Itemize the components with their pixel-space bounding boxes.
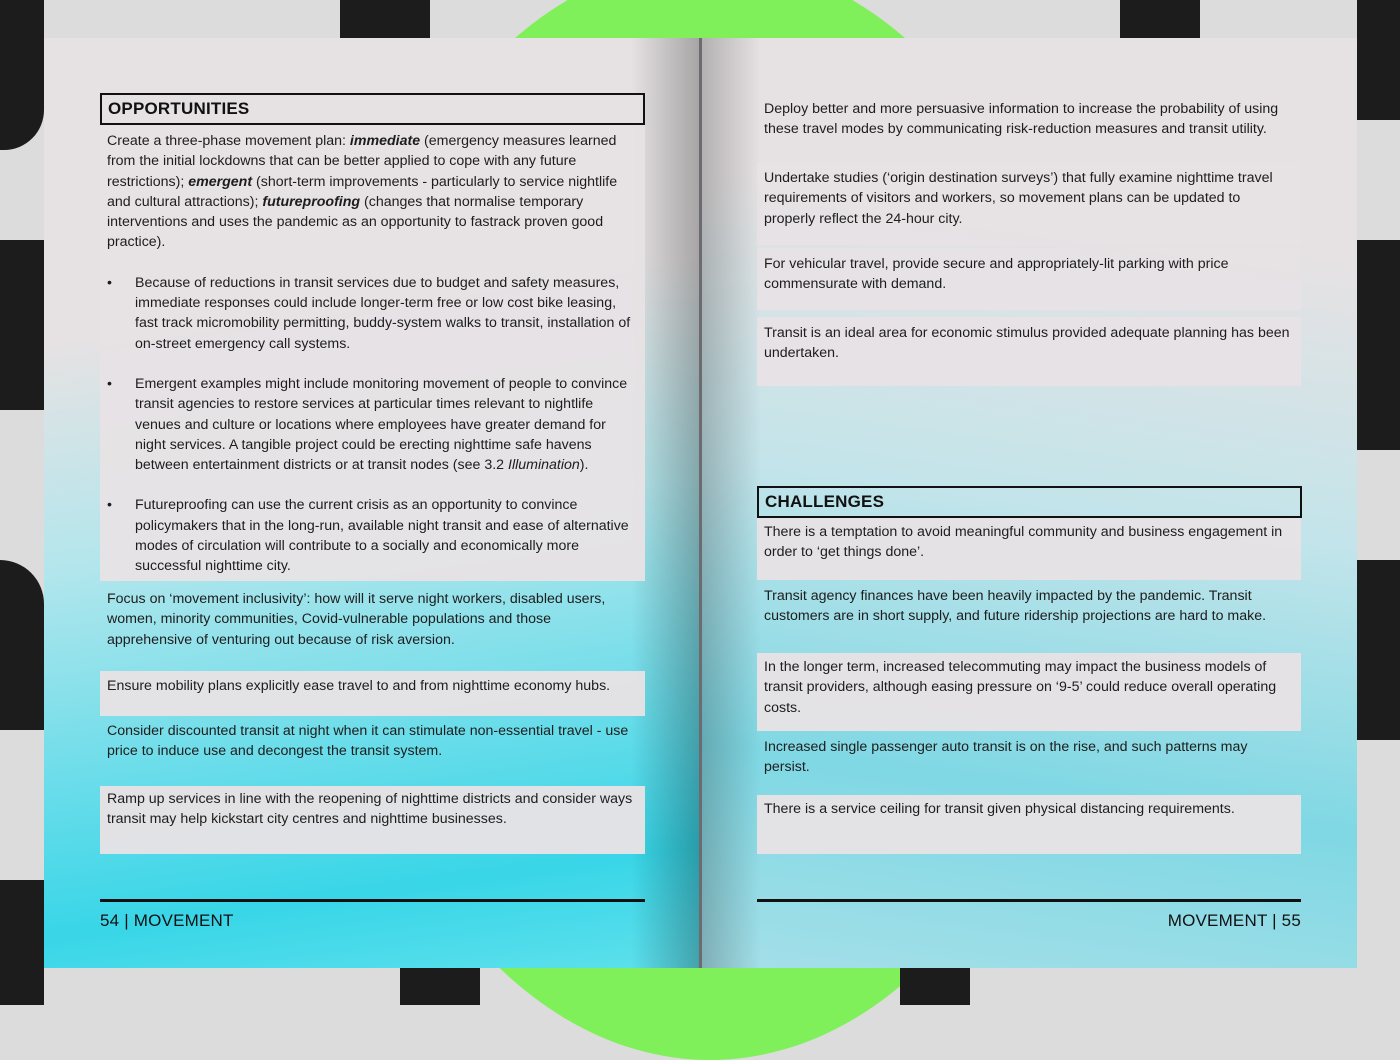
bullet-text: Emergent examples might include monitori… — [135, 376, 627, 473]
book-spine — [699, 38, 702, 968]
page-footer-right: MOVEMENT | 55 — [1167, 911, 1301, 930]
movement-inclusivity-paragraph: Focus on ‘movement inclusivity’: how wil… — [107, 591, 606, 648]
challenge-single-passenger-auto: Increased single passenger auto transit … — [764, 739, 1248, 776]
bullet-immediate: • Because of reductions in transit servi… — [107, 273, 638, 354]
background-letterform — [1120, 0, 1200, 38]
background-letterform — [1357, 0, 1400, 120]
bullet-text: Because of reductions in transit service… — [135, 274, 631, 352]
bullet-futureproofing: • Futureproofing can use the current cri… — [107, 495, 638, 576]
right-page: Deploy better and more persuasive inform… — [701, 38, 1357, 968]
phase-immediate: immediate — [349, 133, 421, 149]
bullet-dot: • — [107, 497, 112, 514]
background-letterform — [1357, 240, 1400, 450]
opportunities-heading: OPPORTUNITIES — [100, 93, 645, 125]
intro-text: Create a three-phase movement plan: — [107, 133, 350, 149]
discounted-transit-paragraph: Consider discounted transit at night whe… — [107, 723, 629, 760]
opportunities-content: Create a three-phase movement plan: imme… — [100, 125, 645, 581]
deploy-information-paragraph: Deploy better and more persuasive inform… — [764, 101, 1279, 138]
bullet-dot: • — [107, 274, 112, 291]
background-letterform — [340, 0, 430, 38]
origin-destination-studies-paragraph: Undertake studies (‘origin destination s… — [757, 162, 1301, 245]
background-letterform — [1357, 560, 1400, 740]
phase-futureproofing: futureproofing — [262, 193, 361, 210]
left-page: OPPORTUNITIES Create a three-phase movem… — [44, 38, 701, 968]
bullet-emergent: • Emergent examples might include monito… — [107, 374, 638, 475]
background-letterform — [900, 968, 970, 1005]
mobility-plans-paragraph: Ensure mobility plans explicitly ease tr… — [100, 671, 645, 716]
right-page-gutter-shadow — [701, 38, 761, 968]
page-footer-left: 54 | MOVEMENT — [100, 911, 234, 930]
phase-emergent: emergent — [188, 173, 253, 190]
bullet-text-part: ). — [579, 457, 589, 474]
footer-rule — [757, 899, 1301, 902]
economic-stimulus-paragraph: Transit is an ideal area for economic st… — [757, 317, 1301, 386]
background-letterform — [0, 560, 44, 730]
challenge-service-ceiling: There is a service ceiling for transit g… — [757, 795, 1301, 854]
background-letterform — [0, 240, 44, 410]
bullet-text: Futureproofing can use the current crisi… — [135, 497, 629, 575]
challenge-community-engagement: There is a temptation to avoid meaningfu… — [757, 518, 1301, 580]
challenge-telecommuting: In the longer term, increased telecommut… — [757, 653, 1301, 731]
vehicular-parking-paragraph: For vehicular travel, provide secure and… — [757, 248, 1301, 310]
footer-rule — [100, 899, 645, 902]
ramp-up-services-paragraph: Ramp up services in line with the reopen… — [100, 786, 645, 854]
three-phase-intro: Create a three-phase movement plan: imme… — [107, 131, 638, 253]
background-letterform — [0, 880, 44, 1005]
challenges-heading: CHALLENGES — [757, 486, 1302, 518]
bullet-dot: • — [107, 375, 112, 392]
illumination-reference: Illumination — [508, 457, 580, 474]
background-letterform — [0, 0, 44, 150]
background-letterform — [400, 968, 480, 1005]
challenge-agency-finances: Transit agency finances have been heavil… — [764, 588, 1267, 625]
